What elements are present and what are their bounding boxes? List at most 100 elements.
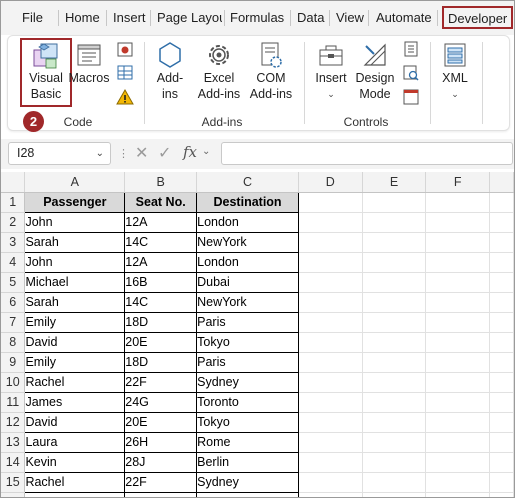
- data-cell[interactable]: 22F: [124, 471, 198, 493]
- row-header[interactable]: 10: [1, 372, 26, 393]
- data-cell[interactable]: David: [24, 331, 126, 353]
- empty-cell[interactable]: [362, 352, 427, 373]
- empty-cell[interactable]: [425, 492, 491, 497]
- empty-cell[interactable]: [489, 232, 514, 253]
- empty-cell[interactable]: [425, 192, 491, 213]
- empty-cell[interactable]: [298, 332, 363, 353]
- row-header[interactable]: 13: [1, 432, 26, 453]
- data-cell[interactable]: 14C: [124, 231, 198, 253]
- data-cell[interactable]: 20E: [124, 411, 198, 433]
- empty-cell[interactable]: [489, 492, 514, 497]
- insert-control-button[interactable]: Insert ⌄: [311, 40, 351, 102]
- column-header[interactable]: E: [362, 172, 427, 193]
- empty-cell[interactable]: [298, 472, 363, 493]
- tab-formulas[interactable]: Formulas: [230, 9, 284, 27]
- empty-cell[interactable]: [425, 452, 491, 473]
- data-cell[interactable]: Michael: [24, 271, 126, 293]
- tab-home[interactable]: Home: [65, 9, 100, 27]
- empty-cell[interactable]: [362, 372, 427, 393]
- data-cell[interactable]: 24G: [124, 391, 198, 413]
- empty-cell[interactable]: [425, 232, 491, 253]
- insert-function-icon[interactable]: fx: [183, 143, 197, 161]
- empty-cell[interactable]: [298, 352, 363, 373]
- data-cell[interactable]: Tokyo: [196, 331, 299, 353]
- empty-cell[interactable]: [362, 312, 427, 333]
- empty-cell[interactable]: [298, 492, 363, 497]
- empty-cell[interactable]: [489, 192, 514, 213]
- formula-input[interactable]: [221, 142, 513, 165]
- empty-cell[interactable]: [298, 232, 363, 253]
- empty-cell[interactable]: [362, 292, 427, 313]
- empty-cell[interactable]: [489, 372, 514, 393]
- empty-cell[interactable]: [298, 392, 363, 413]
- empty-cell[interactable]: [489, 332, 514, 353]
- data-cell[interactable]: [196, 491, 299, 497]
- data-cell[interactable]: John: [24, 251, 126, 273]
- empty-cell[interactable]: [298, 412, 363, 433]
- column-header[interactable]: D: [298, 172, 363, 193]
- empty-cell[interactable]: [489, 272, 514, 293]
- data-cell[interactable]: London: [196, 251, 299, 273]
- data-cell[interactable]: David: [24, 411, 126, 433]
- empty-cell[interactable]: [425, 432, 491, 453]
- empty-cell[interactable]: [298, 432, 363, 453]
- name-box[interactable]: I28 ⌄: [8, 142, 111, 165]
- empty-cell[interactable]: [362, 192, 427, 213]
- row-header[interactable]: 16: [1, 492, 26, 497]
- row-header[interactable]: 4: [1, 252, 26, 273]
- row-header[interactable]: 7: [1, 312, 26, 333]
- empty-cell[interactable]: [298, 372, 363, 393]
- data-cell[interactable]: Toronto: [196, 391, 299, 413]
- data-cell[interactable]: Laura: [24, 431, 126, 453]
- row-header[interactable]: 15: [1, 472, 26, 493]
- macro-security-warning-icon[interactable]: [115, 88, 135, 106]
- chevron-down-icon[interactable]: ⌄: [202, 146, 210, 157]
- empty-cell[interactable]: [362, 212, 427, 233]
- data-cell[interactable]: 28J: [124, 451, 198, 473]
- data-cell[interactable]: Sydney: [196, 471, 299, 493]
- empty-cell[interactable]: [425, 212, 491, 233]
- tab-file[interactable]: File: [22, 9, 43, 27]
- column-header[interactable]: F: [425, 172, 491, 193]
- data-cell[interactable]: Kevin: [24, 451, 126, 473]
- data-cell[interactable]: [24, 491, 126, 497]
- data-cell[interactable]: Paris: [196, 311, 299, 333]
- empty-cell[interactable]: [298, 312, 363, 333]
- data-cell[interactable]: Emily: [24, 351, 126, 373]
- row-header[interactable]: 9: [1, 352, 26, 373]
- empty-cell[interactable]: [362, 252, 427, 273]
- empty-cell[interactable]: [425, 312, 491, 333]
- empty-cell[interactable]: [298, 192, 363, 213]
- row-header[interactable]: 6: [1, 292, 26, 313]
- empty-cell[interactable]: [425, 372, 491, 393]
- row-header[interactable]: 1: [1, 192, 26, 213]
- row-header[interactable]: 8: [1, 332, 26, 353]
- data-cell[interactable]: NewYork: [196, 291, 299, 313]
- empty-cell[interactable]: [489, 452, 514, 473]
- tab-automate[interactable]: Automate: [376, 9, 432, 27]
- empty-cell[interactable]: [362, 412, 427, 433]
- relative-references-icon[interactable]: [115, 64, 135, 82]
- data-cell[interactable]: 18D: [124, 311, 198, 333]
- data-cell[interactable]: 14C: [124, 291, 198, 313]
- empty-cell[interactable]: [425, 292, 491, 313]
- data-cell[interactable]: Dubai: [196, 271, 299, 293]
- empty-cell[interactable]: [425, 352, 491, 373]
- empty-cell[interactable]: [425, 392, 491, 413]
- com-add-ins-button[interactable]: COM Add-ins: [245, 40, 297, 102]
- tab-data[interactable]: Data: [297, 9, 324, 27]
- empty-cell[interactable]: [425, 332, 491, 353]
- empty-cell[interactable]: [489, 412, 514, 433]
- empty-cell[interactable]: [425, 412, 491, 433]
- row-header[interactable]: 11: [1, 392, 26, 413]
- design-mode-button[interactable]: Design Mode: [353, 40, 397, 102]
- data-cell[interactable]: Berlin: [196, 451, 299, 473]
- empty-cell[interactable]: [489, 312, 514, 333]
- data-cell[interactable]: London: [196, 211, 299, 233]
- data-cell[interactable]: 26H: [124, 431, 198, 453]
- add-ins-button[interactable]: Add- ins: [152, 40, 188, 102]
- data-cell[interactable]: 20E: [124, 331, 198, 353]
- data-cell[interactable]: Tokyo: [196, 411, 299, 433]
- select-all-corner[interactable]: [1, 172, 26, 193]
- data-cell[interactable]: [124, 491, 198, 497]
